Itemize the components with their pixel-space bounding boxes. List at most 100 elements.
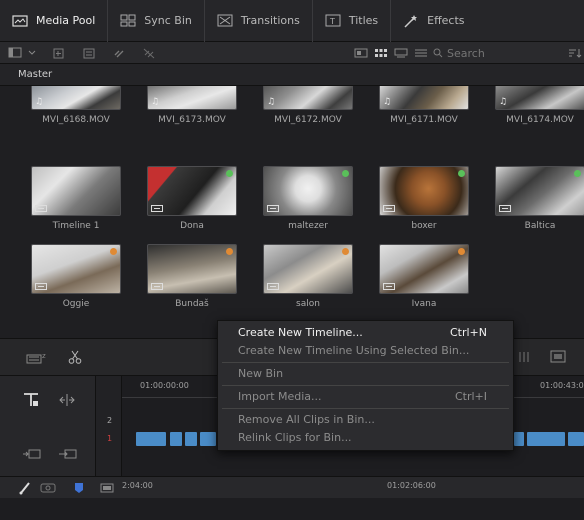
timeline-clip[interactable] — [136, 432, 166, 446]
tab-titles[interactable]: T Titles — [313, 0, 392, 42]
search-icon[interactable] — [433, 48, 443, 58]
clip-name: MVI_6168.MOV — [42, 115, 110, 125]
viewer-toggle-icon[interactable] — [518, 351, 530, 366]
tab-label: Sync Bin — [144, 14, 192, 27]
audio-note-icon: ♫ — [383, 97, 392, 107]
timeline-clip[interactable] — [527, 432, 565, 446]
bin-title: Master — [0, 64, 584, 86]
timeline-clip[interactable] — [170, 432, 182, 446]
menu-item-label: New Bin — [238, 367, 284, 380]
clip-thumbnail[interactable]: ♫ MVI_6171.MOV — [379, 86, 469, 125]
clip-thumbnail[interactable]: Ivana — [379, 244, 469, 309]
thumbnail-view-icon[interactable] — [374, 48, 388, 58]
tab-sync-bin[interactable]: Sync Bin — [108, 0, 205, 42]
clip-name: Dona — [180, 221, 204, 231]
bottom-ruler[interactable]: 2:04:00 01:02:06:00 — [122, 481, 584, 520]
timeline-icon — [383, 283, 395, 290]
clip-image — [263, 244, 353, 294]
razor-icon[interactable] — [18, 481, 32, 498]
chevron-down-icon[interactable] — [28, 49, 36, 57]
status-dot — [342, 170, 349, 177]
timeline-bottom-toolbar — [0, 476, 584, 498]
menu-item[interactable]: New Bin — [218, 365, 513, 383]
menu-separator — [222, 362, 509, 363]
track-numbers: 2 1 — [96, 376, 122, 476]
link-icon[interactable] — [112, 47, 126, 59]
trim-tool-icon[interactable] — [58, 392, 76, 411]
clip-name: Ivana — [411, 299, 437, 309]
clip-thumbnail[interactable]: ♫ MVI_6173.MOV — [147, 86, 237, 125]
panel-toggle-icon[interactable] — [8, 47, 22, 58]
menu-item[interactable]: Create New Timeline... Ctrl+N — [218, 324, 513, 342]
tab-label: Media Pool — [36, 14, 96, 27]
status-dot — [342, 248, 349, 255]
text-tool-icon[interactable] — [22, 392, 40, 411]
clip-thumbnail[interactable]: Baltica — [495, 166, 584, 231]
timecode-right: 01:00:43:0 — [540, 381, 584, 390]
timeline-clip[interactable] — [568, 432, 584, 446]
clip-thumbnail[interactable]: Dona — [147, 166, 237, 231]
clip-thumbnail[interactable]: maltezer — [263, 166, 353, 231]
context-menu: Create New Timeline... Ctrl+N Create New T… — [217, 320, 514, 451]
menu-item[interactable]: Import Media... Ctrl+I — [218, 388, 513, 406]
tab-effects[interactable]: Effects — [391, 0, 476, 42]
clip-thumbnail[interactable]: ♫ MVI_6174.MOV — [495, 86, 584, 125]
track-number: 1 — [107, 434, 113, 443]
tab-media-pool[interactable]: Media Pool — [0, 0, 109, 42]
clip-image: ♫ — [379, 86, 469, 110]
clip-view-icon[interactable] — [100, 482, 114, 497]
monitor-icon[interactable] — [550, 350, 566, 367]
clip-thumbnail[interactable]: salon — [263, 244, 353, 309]
timecode-start: 01:00:00:00 — [140, 381, 189, 390]
flag-marker-icon[interactable] — [74, 482, 84, 497]
unlink-icon[interactable] — [142, 47, 156, 59]
clip-name: Timeline 1 — [52, 221, 100, 231]
timeline-clip[interactable] — [514, 432, 524, 446]
link-clips-icon[interactable] — [40, 482, 56, 497]
list-view-icon[interactable] — [414, 48, 428, 58]
tab-label: Transitions — [240, 14, 300, 27]
clip-image — [147, 166, 237, 216]
menu-item-label: Create New Timeline Using Selected Bin..… — [238, 344, 470, 357]
menu-separator — [222, 408, 509, 409]
transitions-icon — [217, 14, 233, 27]
filmstrip-view-icon[interactable] — [394, 48, 408, 58]
timeline-icon — [383, 205, 395, 212]
search-input[interactable] — [447, 44, 559, 62]
clip-thumbnail[interactable]: Bundaš — [147, 244, 237, 309]
timeline-clip[interactable] — [185, 432, 197, 446]
scissors-icon[interactable] — [68, 350, 82, 367]
clip-thumbnail[interactable]: boxer — [379, 166, 469, 231]
timeline-clip[interactable] — [200, 432, 216, 446]
timecode-mid: 01:02:06:00 — [387, 481, 436, 490]
sync-bin-icon — [120, 14, 136, 27]
tab-label: Titles — [348, 14, 379, 27]
menu-item[interactable]: Create New Timeline Using Selected Bin..… — [218, 342, 513, 360]
clip-image: ♫ — [263, 86, 353, 110]
status-dot — [458, 248, 465, 255]
smart-bin-icon[interactable] — [82, 47, 96, 59]
menu-item[interactable]: Remove All Clips in Bin... — [218, 411, 513, 429]
titles-icon: T — [325, 14, 341, 27]
status-dot — [226, 170, 233, 177]
clip-thumbnail[interactable]: Oggie — [31, 244, 121, 309]
clip-name: Baltica — [524, 221, 556, 231]
menu-item[interactable]: Relink Clips for Bin... — [218, 429, 513, 447]
menu-item-label: Relink Clips for Bin... — [238, 431, 352, 444]
add-bin-icon[interactable] — [52, 47, 66, 59]
zoom-tool-icon[interactable]: z — [26, 351, 50, 368]
top-tab-bar: Media Pool Sync Bin Transitions T Titles… — [0, 0, 584, 42]
sort-icon[interactable] — [568, 48, 582, 58]
tab-transitions[interactable]: Transitions — [205, 0, 313, 42]
clip-image: ♫ — [31, 86, 121, 110]
clip-thumbnail[interactable]: ♫ MVI_6168.MOV — [31, 86, 121, 125]
clip-thumbnail[interactable]: Timeline 1 — [31, 166, 121, 231]
insert-clip-icon[interactable] — [22, 446, 42, 463]
timeline-icon — [267, 283, 279, 290]
status-dot — [574, 170, 581, 177]
clip-name: MVI_6174.MOV — [506, 115, 574, 125]
clip-thumbnail[interactable]: ♫ MVI_6172.MOV — [263, 86, 353, 125]
metadata-view-icon[interactable] — [354, 48, 368, 58]
overwrite-clip-icon[interactable] — [58, 446, 78, 463]
menu-item-shortcut: Ctrl+N — [449, 326, 487, 339]
